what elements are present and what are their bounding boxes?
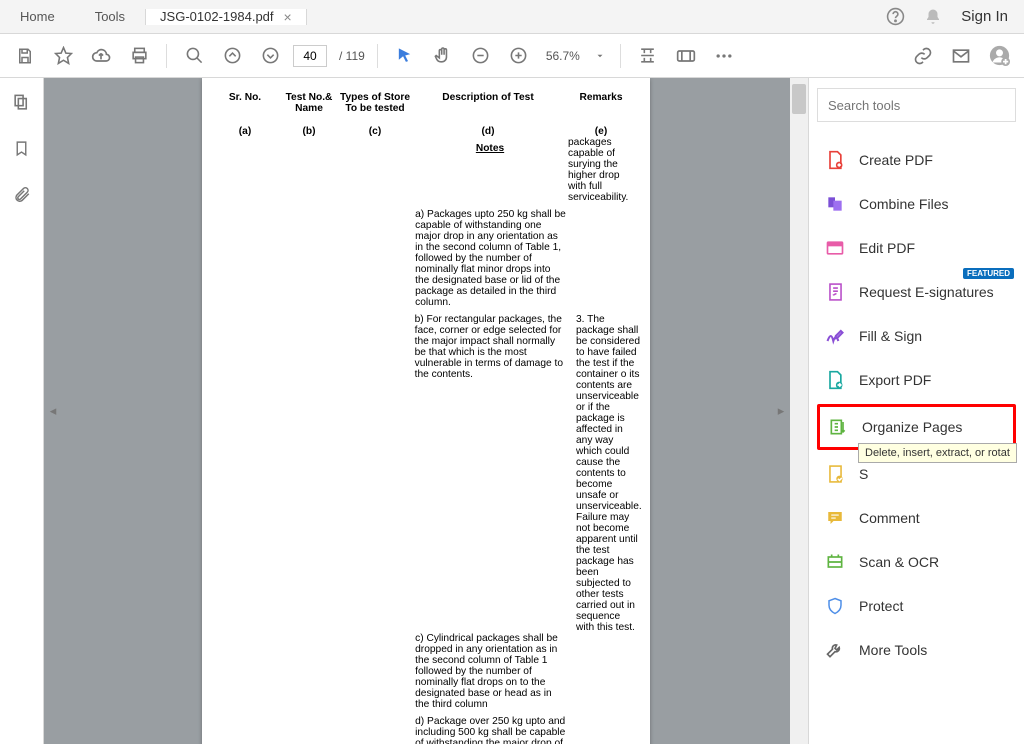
left-nav-rail <box>0 78 44 744</box>
help-icon[interactable] <box>885 7 905 27</box>
tool-fill-sign[interactable]: Fill & Sign <box>817 316 1016 356</box>
tool-label: Scan & OCR <box>859 554 939 570</box>
page-count-label: / 119 <box>339 49 365 63</box>
para-a: a) Packages upto 250 kg shall be capable… <box>407 209 575 308</box>
print-icon[interactable] <box>124 41 154 71</box>
tool-request-esignatures[interactable]: Request E-signatures FEATURED <box>817 272 1016 312</box>
tool-label: S <box>859 466 868 482</box>
scan-ocr-icon <box>825 552 845 572</box>
tool-label: Comment <box>859 510 920 526</box>
more-tools-wrench-icon <box>825 640 845 660</box>
edit-pdf-icon <box>825 238 845 258</box>
tool-label: Organize Pages <box>862 419 962 435</box>
cloud-upload-icon[interactable] <box>86 41 116 71</box>
protect-icon <box>825 596 845 616</box>
tool-label: Combine Files <box>859 196 948 212</box>
attachment-icon[interactable] <box>12 184 32 204</box>
zoom-level-label[interactable]: 56.7% <box>542 49 584 63</box>
tool-label: Fill & Sign <box>859 328 922 344</box>
zoom-out-icon[interactable] <box>466 41 496 71</box>
tool-label: Create PDF <box>859 152 933 168</box>
col-header: Description of Test <box>410 92 566 114</box>
save-icon[interactable] <box>10 41 40 71</box>
col-sub: (d) <box>410 126 566 137</box>
collapse-right-icon[interactable]: ▸ <box>774 393 788 429</box>
tool-protect[interactable]: Protect <box>817 586 1016 626</box>
scrollbar-thumb[interactable] <box>792 84 806 114</box>
tool-comment[interactable]: Comment <box>817 498 1016 538</box>
tool-label: More Tools <box>859 642 927 658</box>
remarks-long: 3. The package shall be considered to ha… <box>574 314 640 633</box>
page-up-icon[interactable] <box>217 41 247 71</box>
tool-export-pdf[interactable]: Export PDF <box>817 360 1016 400</box>
col-sub: (e) <box>566 126 636 137</box>
more-tools-icon[interactable] <box>709 41 739 71</box>
document-viewport[interactable]: ◂ Sr. No. Test No.& Name Types of Store … <box>44 78 808 744</box>
comment-icon <box>825 508 845 528</box>
page-number-input[interactable] <box>293 45 327 67</box>
search-tools-input[interactable] <box>817 88 1016 122</box>
tool-label: Export PDF <box>859 372 931 388</box>
fit-width-icon[interactable] <box>633 41 663 71</box>
thumbnails-icon[interactable] <box>12 92 32 112</box>
tab-document[interactable]: JSG-0102-1984.pdf × <box>145 9 307 25</box>
bell-icon[interactable] <box>923 7 943 27</box>
select-tool-icon[interactable] <box>390 41 420 71</box>
tool-scan-ocr[interactable]: Scan & OCR <box>817 542 1016 582</box>
col-header: Sr. No. <box>212 92 278 114</box>
para-b: b) For rectangular packages, the face, c… <box>407 314 574 633</box>
tool-more-tools[interactable]: More Tools <box>817 630 1016 670</box>
collapse-left-icon[interactable]: ◂ <box>46 393 60 429</box>
top-tab-bar: Home Tools JSG-0102-1984.pdf × Sign In <box>0 0 1024 34</box>
tool-edit-pdf[interactable]: Edit PDF <box>817 228 1016 268</box>
bookmark-icon[interactable] <box>12 138 32 158</box>
col-header: Remarks <box>566 92 636 114</box>
tool-label: Edit PDF <box>859 240 915 256</box>
vertical-scrollbar[interactable] <box>790 78 808 744</box>
organize-pages-icon <box>828 417 848 437</box>
col-sub: (a) <box>212 126 278 137</box>
tool-label: Protect <box>859 598 903 614</box>
tools-panel: Create PDF Combine Files Edit PDF Reques… <box>808 78 1024 744</box>
tab-document-label: JSG-0102-1984.pdf <box>160 9 273 24</box>
para-c: c) Cylindrical packages shall be dropped… <box>407 633 575 710</box>
star-icon[interactable] <box>48 41 78 71</box>
tool-combine-files[interactable]: Combine Files <box>817 184 1016 224</box>
zoom-dropdown-icon[interactable] <box>592 41 608 71</box>
pdf-page: Sr. No. Test No.& Name Types of Store To… <box>202 78 650 744</box>
account-icon[interactable] <box>984 41 1014 71</box>
tool-label: Request E-signatures <box>859 284 994 300</box>
email-icon[interactable] <box>946 41 976 71</box>
main-toolbar: / 119 56.7% <box>0 34 1024 78</box>
fill-sign-icon <box>825 326 845 346</box>
combine-files-icon <box>825 194 845 214</box>
notes-heading: Notes <box>460 143 520 154</box>
tab-home[interactable]: Home <box>0 0 75 33</box>
send-icon <box>825 464 845 484</box>
close-tab-icon[interactable]: × <box>284 9 292 25</box>
sign-in-link[interactable]: Sign In <box>961 8 1008 25</box>
page-down-icon[interactable] <box>255 41 285 71</box>
hand-tool-icon[interactable] <box>428 41 458 71</box>
export-pdf-icon <box>825 370 845 390</box>
col-sub: (c) <box>340 126 410 137</box>
zoom-in-icon[interactable] <box>504 41 534 71</box>
esignature-icon <box>825 282 845 302</box>
tool-create-pdf[interactable]: Create PDF <box>817 140 1016 180</box>
col-header: Test No.& Name <box>278 92 340 114</box>
remarks-text: packages capable of surying the higher d… <box>566 137 632 203</box>
tooltip: Delete, insert, extract, or rotat <box>858 443 1017 463</box>
zoom-find-icon[interactable] <box>179 41 209 71</box>
para-d: d) Package over 250 kg upto and includin… <box>407 716 575 744</box>
create-pdf-icon <box>825 150 845 170</box>
tool-organize-pages[interactable]: Organize Pages Delete, insert, extract, … <box>817 404 1016 450</box>
featured-badge: FEATURED <box>963 268 1014 279</box>
col-sub: (b) <box>278 126 340 137</box>
tab-tools[interactable]: Tools <box>75 0 145 33</box>
col-header: Types of Store To be tested <box>340 92 410 114</box>
read-mode-icon[interactable] <box>671 41 701 71</box>
share-link-icon[interactable] <box>908 41 938 71</box>
